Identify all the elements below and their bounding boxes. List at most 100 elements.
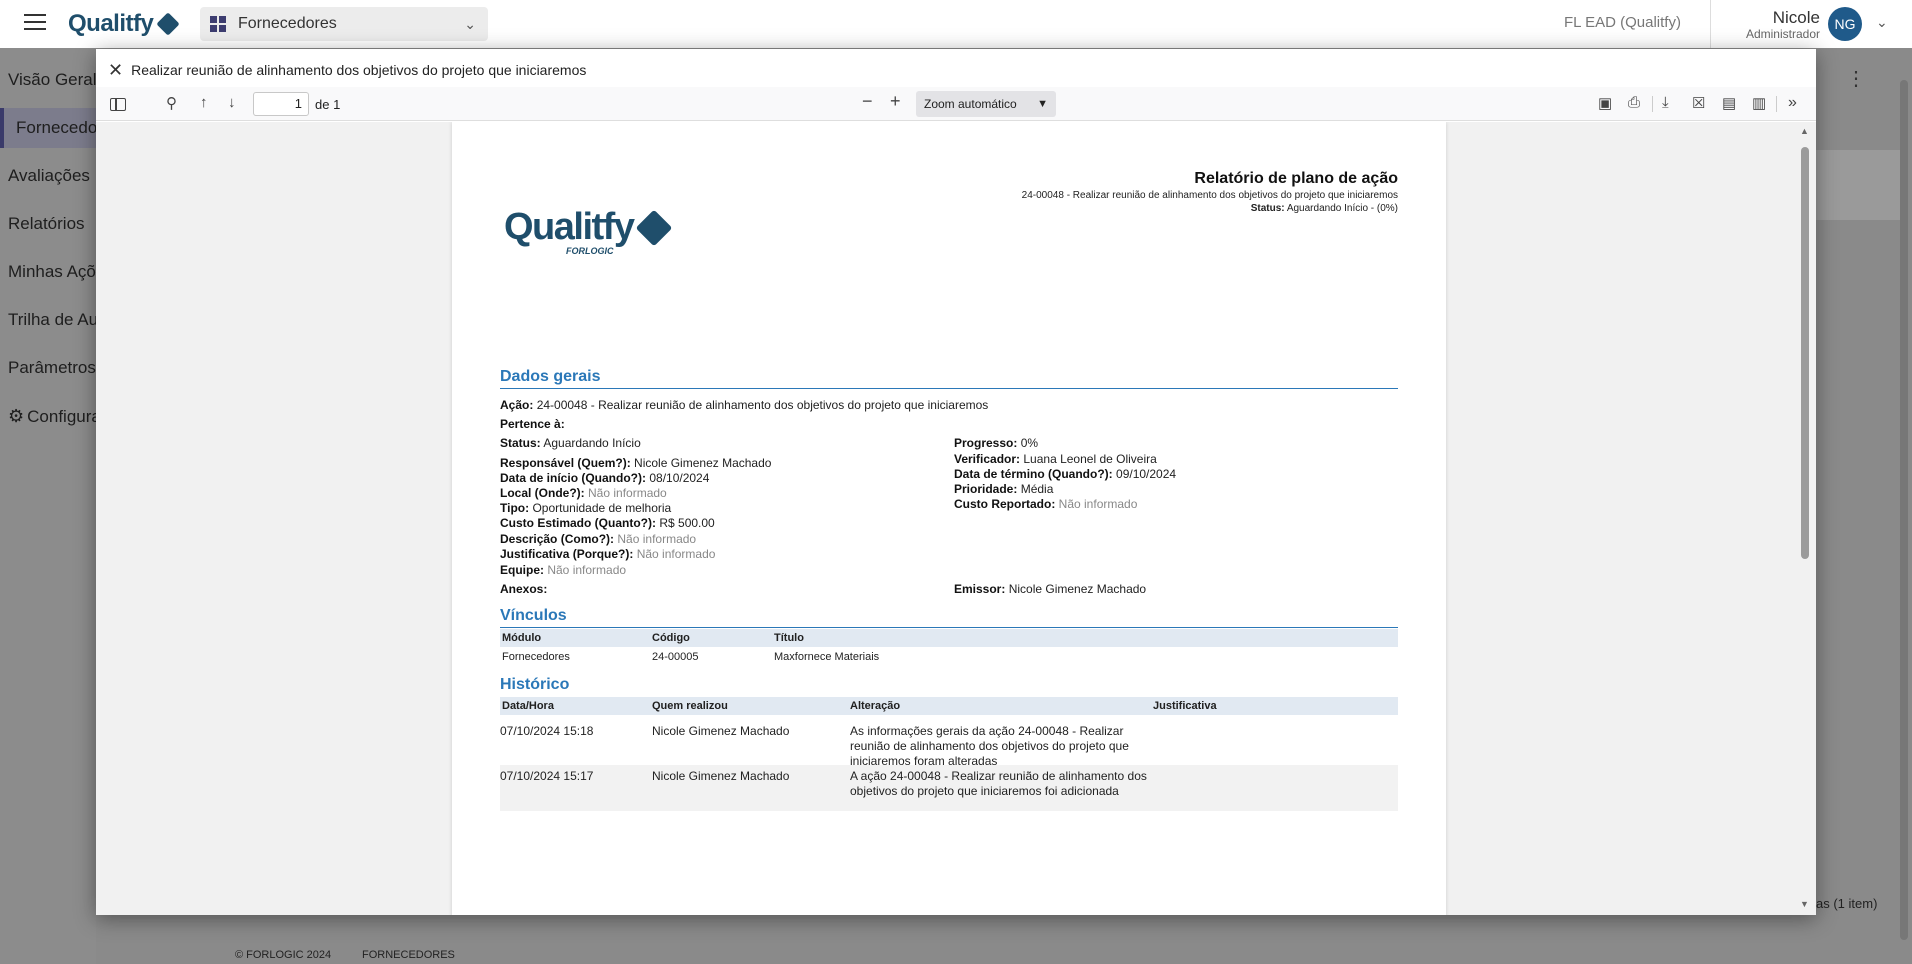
module-label: Fornecedores bbox=[238, 15, 337, 32]
qualitfy-logo: Qualitfy FORLOGIC bbox=[504, 206, 673, 256]
field-custo-estimado: Custo Estimado (Quanto?): R$ 500.00 bbox=[500, 516, 715, 530]
chevron-down-icon: ▼ bbox=[1037, 98, 1048, 110]
history-table-header: Data/Hora Quem realizou Alteração Justif… bbox=[500, 697, 1398, 715]
scroll-down-icon[interactable]: ▼ bbox=[1800, 899, 1809, 909]
more-tools-icon[interactable]: » bbox=[1788, 94, 1797, 112]
pdf-toolbar: ⚲ ↑ ↓ 1 de 1 − + Zoom automático ▼ ▣ ⎙ ⤓ … bbox=[96, 87, 1816, 121]
links-table-header: Módulo Código Título bbox=[500, 629, 1398, 647]
sidebar-item-visao-geral[interactable]: Visão Geral bbox=[8, 70, 96, 90]
column-header: Data/Hora bbox=[502, 700, 554, 712]
app-logo[interactable]: Qualitfy bbox=[68, 10, 181, 38]
section-vinculos: Vínculos bbox=[500, 607, 1398, 628]
report-modal: ✕ Realizar reunião de alinhamento dos ob… bbox=[96, 49, 1816, 915]
presentation-icon[interactable]: ▣ bbox=[1598, 94, 1612, 112]
modal-header: ✕ Realizar reunião de alinhamento dos ob… bbox=[96, 49, 1816, 91]
sidebar-toggle-icon[interactable] bbox=[110, 98, 126, 111]
chevron-down-icon[interactable]: ⌄ bbox=[1876, 14, 1888, 31]
sidebar-item-minhas-acoes[interactable]: Minhas Ações bbox=[8, 262, 96, 282]
logo-mark-icon bbox=[636, 209, 673, 246]
field-data-inicio: Data de início (Quando?): 08/10/2024 bbox=[500, 471, 710, 485]
field-tipo: Tipo: Oportunidade de melhoria bbox=[500, 501, 672, 515]
field-justificativa: Justificativa (Porque?): Não informado bbox=[500, 547, 716, 561]
company-name: FL EAD (Qualitfy) bbox=[1564, 14, 1681, 31]
app-header: Qualitfy Fornecedores ⌄ FL EAD (Qualitfy… bbox=[0, 0, 1912, 48]
page-scrollbar[interactable] bbox=[1900, 80, 1908, 940]
sidebar: Visão Geral Fornecedores Avaliações Rela… bbox=[0, 48, 96, 964]
arrow-up-icon[interactable]: ↑ bbox=[200, 94, 208, 111]
toolbar-divider bbox=[1776, 96, 1777, 112]
close-icon[interactable]: ✕ bbox=[108, 60, 123, 81]
arrow-down-icon[interactable]: ↓ bbox=[228, 94, 236, 111]
sidebar-item-avaliacoes[interactable]: Avaliações bbox=[8, 166, 96, 186]
app-footer: © FORLOGIC 2024 FORNECEDORES bbox=[230, 945, 1900, 964]
footer-module: FORNECEDORES bbox=[362, 949, 455, 961]
field-status: Status: Aguardando Início bbox=[500, 436, 641, 450]
field-equipe: Equipe: Não informado bbox=[500, 563, 627, 577]
menu-icon[interactable] bbox=[24, 14, 46, 32]
section-historico: Histórico bbox=[500, 676, 570, 693]
zoom-out-icon[interactable]: − bbox=[862, 91, 873, 112]
module-selector[interactable]: Fornecedores ⌄ bbox=[200, 7, 488, 41]
table-row: 07/10/2024 15:17 Nicole Gimenez Machado … bbox=[500, 765, 1398, 811]
field-anexos: Anexos: bbox=[500, 582, 548, 596]
scroll-up-icon[interactable]: ▲ bbox=[1800, 126, 1809, 136]
sidebar-item-fornecedores[interactable]: Fornecedores bbox=[0, 108, 96, 148]
kebab-menu-icon[interactable]: ⋮ bbox=[1846, 66, 1866, 91]
page-count: de 1 bbox=[315, 97, 341, 112]
field-prioridade: Prioridade: Média bbox=[954, 482, 1054, 496]
field-local: Local (Onde?): Não informado bbox=[500, 486, 667, 500]
divider bbox=[1710, 0, 1711, 48]
sidebar-item-parametros[interactable]: Parâmetros bbox=[8, 358, 96, 378]
user-role: Administrador bbox=[1745, 27, 1820, 41]
cell-data-hora: 07/10/2024 15:18 bbox=[500, 724, 594, 738]
items-count: as (1 item) bbox=[1816, 896, 1878, 911]
cell-quem: Nicole Gimenez Machado bbox=[652, 724, 790, 738]
field-pertence: Pertence à: bbox=[500, 417, 565, 431]
column-header: Alteração bbox=[850, 700, 901, 712]
csv-export-icon[interactable]: ▤ bbox=[1722, 94, 1736, 112]
cell-alteracao: As informações gerais da ação 24-00048 -… bbox=[850, 724, 1129, 768]
page-number-input[interactable]: 1 bbox=[253, 92, 309, 116]
field-verificador: Verificador: Luana Leonel de Oliveira bbox=[954, 452, 1157, 466]
logo-mark-icon bbox=[156, 12, 181, 36]
user-name[interactable]: Nicole bbox=[1773, 8, 1820, 28]
print-icon[interactable]: ⎙ bbox=[1628, 94, 1640, 111]
sidebar-item-trilha-auditoria[interactable]: Trilha de Auditoria bbox=[8, 310, 96, 330]
toolbar-divider bbox=[1652, 96, 1653, 112]
sidebar-item-relatorios[interactable]: Relatórios bbox=[8, 214, 96, 234]
footer-copyright: © FORLOGIC 2024 bbox=[235, 949, 332, 961]
zoom-in-icon[interactable]: + bbox=[890, 91, 901, 112]
modal-title: Realizar reunião de alinhamento dos obje… bbox=[131, 62, 587, 78]
background-panel bbox=[1816, 150, 1902, 220]
pdf-page: Relatório de plano de ação 24-00048 - Re… bbox=[452, 122, 1446, 915]
report-subtitle: 24-00048 - Realizar reunião de alinhamen… bbox=[1021, 190, 1398, 201]
download-icon[interactable]: ⤓ bbox=[1662, 94, 1669, 111]
viewer-scrollbar[interactable]: ▲ ▼ bbox=[1800, 122, 1810, 915]
field-emissor: Emissor: Nicole Gimenez Machado bbox=[954, 582, 1147, 596]
field-custo-reportado: Custo Reportado: Não informado bbox=[954, 497, 1138, 511]
sidebar-item-configuracoes[interactable]: ⚙Configurações bbox=[8, 406, 96, 427]
section-dados-gerais: Dados gerais bbox=[500, 368, 1398, 389]
field-data-termino: Data de término (Quando?): 09/10/2024 bbox=[954, 467, 1177, 481]
excel-export-icon[interactable]: ☒ bbox=[1692, 94, 1705, 112]
field-progresso: Progresso: 0% bbox=[954, 436, 1039, 450]
report-title: Relatório de plano de ação bbox=[1194, 170, 1398, 187]
table-row: 07/10/2024 15:18 Nicole Gimenez Machado … bbox=[500, 720, 1398, 768]
column-header: Quem realizou bbox=[652, 700, 728, 712]
scrollbar-thumb[interactable] bbox=[1801, 147, 1809, 559]
cell-alteracao: A ação 24-00048 - Realizar reunião de al… bbox=[850, 769, 1147, 798]
column-header: Título bbox=[774, 632, 804, 644]
cell-codigo: 24-00005 bbox=[652, 651, 699, 663]
search-icon[interactable]: ⚲ bbox=[166, 94, 177, 112]
cell-modulo: Fornecedores bbox=[502, 651, 570, 663]
field-responsavel: Responsável (Quem?): Nicole Gimenez Mach… bbox=[500, 456, 772, 470]
chevron-down-icon: ⌄ bbox=[464, 16, 476, 32]
field-acao: Ação: 24-00048 - Realizar reunião de ali… bbox=[500, 398, 989, 412]
avatar[interactable]: NG bbox=[1828, 7, 1862, 41]
pdf-viewer[interactable]: Relatório de plano de ação 24-00048 - Re… bbox=[96, 122, 1816, 915]
column-header: Justificativa bbox=[1153, 700, 1217, 712]
word-export-icon[interactable]: ▥ bbox=[1752, 94, 1766, 112]
zoom-select[interactable]: Zoom automático ▼ bbox=[916, 91, 1056, 117]
table-row: Fornecedores 24-00005 Maxfornece Materia… bbox=[500, 648, 1398, 666]
field-descricao: Descrição (Como?): Não informado bbox=[500, 532, 697, 546]
